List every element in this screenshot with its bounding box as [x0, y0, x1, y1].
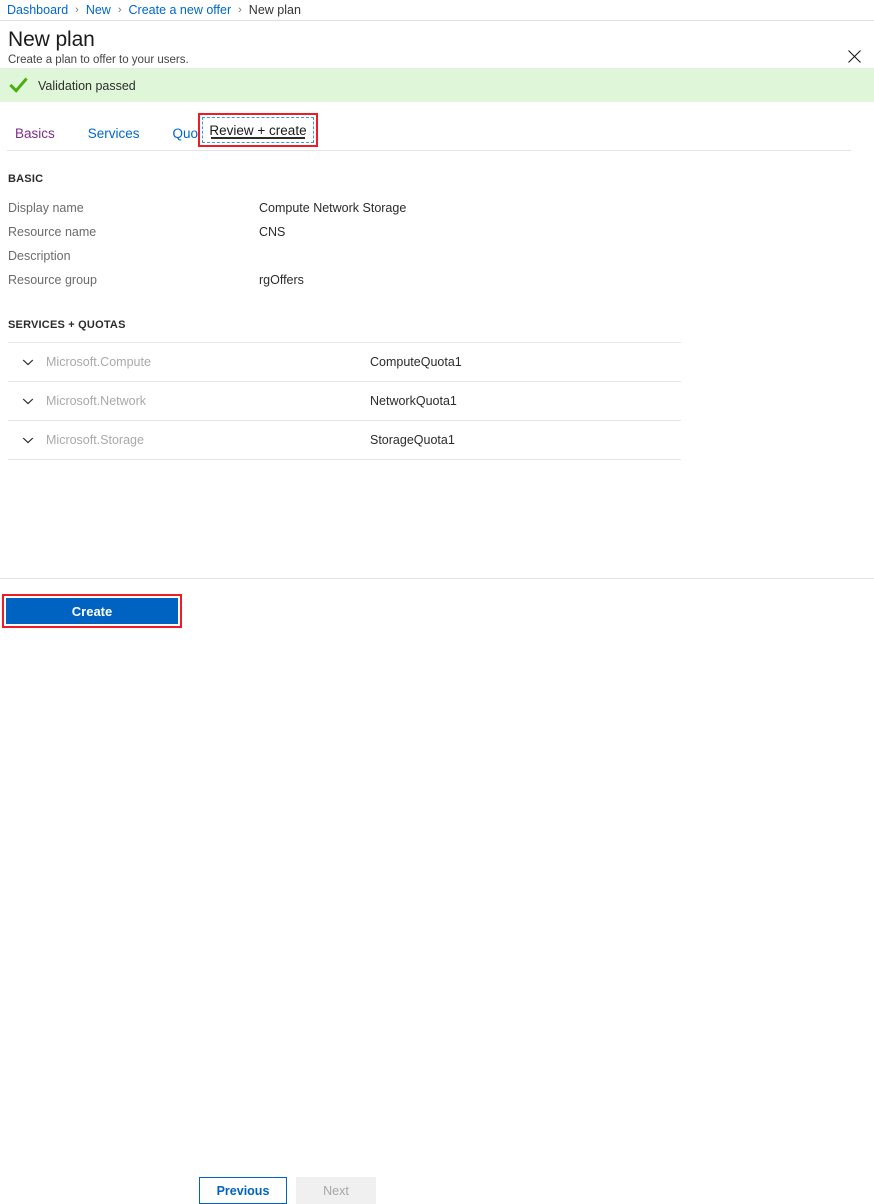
chevron-down-icon[interactable]: [21, 394, 35, 408]
create-button-highlight: Create: [2, 594, 182, 628]
table-divider: [8, 459, 681, 460]
page-subtitle: Create a plan to offer to your users.: [8, 53, 874, 68]
tab-active-underline: [211, 137, 305, 139]
close-icon: [848, 50, 861, 63]
breadcrumb-separator-icon: ›: [75, 4, 79, 16]
section-title-services-quotas: SERVICES + QUOTAS: [8, 319, 874, 331]
checkmark-icon: [9, 76, 28, 95]
breadcrumb-item-new-plan: New plan: [249, 3, 301, 17]
breadcrumb-item-dashboard[interactable]: Dashboard: [7, 3, 68, 17]
detail-label: Description: [8, 249, 259, 263]
table-row[interactable]: Microsoft.Storage StorageQuota1: [8, 421, 874, 459]
breadcrumb-separator-icon: ›: [238, 4, 242, 16]
tab-review-create[interactable]: Review + create: [202, 117, 314, 143]
service-provider-name: Microsoft.Storage: [46, 433, 370, 447]
validation-message: Validation passed: [38, 79, 136, 93]
tab-review-create-highlight: Review + create: [198, 113, 318, 147]
chevron-down-icon[interactable]: [21, 355, 35, 369]
close-button[interactable]: [841, 43, 867, 69]
tabs-divider: [7, 150, 851, 151]
service-quota-name: StorageQuota1: [370, 433, 455, 447]
wizard-tabs: Basics Services Quotas Review + create: [0, 120, 874, 152]
detail-value: rgOffers: [259, 273, 304, 287]
blade-header: New plan Create a plan to offer to your …: [0, 21, 874, 69]
breadcrumb-separator-icon: ›: [118, 4, 122, 16]
detail-row-display-name: Display name Compute Network Storage: [8, 196, 874, 220]
table-row[interactable]: Microsoft.Compute ComputeQuota1: [8, 343, 874, 381]
breadcrumb-item-new[interactable]: New: [86, 3, 111, 17]
detail-label: Resource name: [8, 225, 259, 239]
validation-banner: Validation passed: [0, 69, 874, 102]
review-content: BASIC Display name Compute Network Stora…: [0, 152, 874, 460]
wizard-footer: Create Previous Next: [0, 578, 874, 631]
next-button: Next: [296, 1177, 376, 1204]
breadcrumb: Dashboard › New › Create a new offer › N…: [0, 0, 874, 21]
breadcrumb-item-create-a-new-offer[interactable]: Create a new offer: [129, 3, 232, 17]
detail-row-resource-name: Resource name CNS: [8, 220, 874, 244]
service-quota-name: ComputeQuota1: [370, 355, 462, 369]
detail-value: CNS: [259, 225, 285, 239]
chevron-down-icon[interactable]: [21, 433, 35, 447]
tab-basics[interactable]: Basics: [13, 120, 57, 150]
create-button[interactable]: Create: [6, 598, 178, 624]
detail-label: Display name: [8, 201, 259, 215]
detail-label: Resource group: [8, 273, 259, 287]
previous-button[interactable]: Previous: [199, 1177, 287, 1204]
page-title: New plan: [8, 27, 874, 52]
detail-value: Compute Network Storage: [259, 201, 406, 215]
detail-row-resource-group: Resource group rgOffers: [8, 268, 874, 292]
service-provider-name: Microsoft.Compute: [46, 355, 370, 369]
tab-services[interactable]: Services: [86, 120, 142, 150]
table-row[interactable]: Microsoft.Network NetworkQuota1: [8, 382, 874, 420]
service-provider-name: Microsoft.Network: [46, 394, 370, 408]
detail-row-description: Description: [8, 244, 874, 268]
section-title-basic: BASIC: [8, 173, 874, 185]
service-quota-name: NetworkQuota1: [370, 394, 457, 408]
tab-review-create-label: Review + create: [209, 123, 306, 138]
